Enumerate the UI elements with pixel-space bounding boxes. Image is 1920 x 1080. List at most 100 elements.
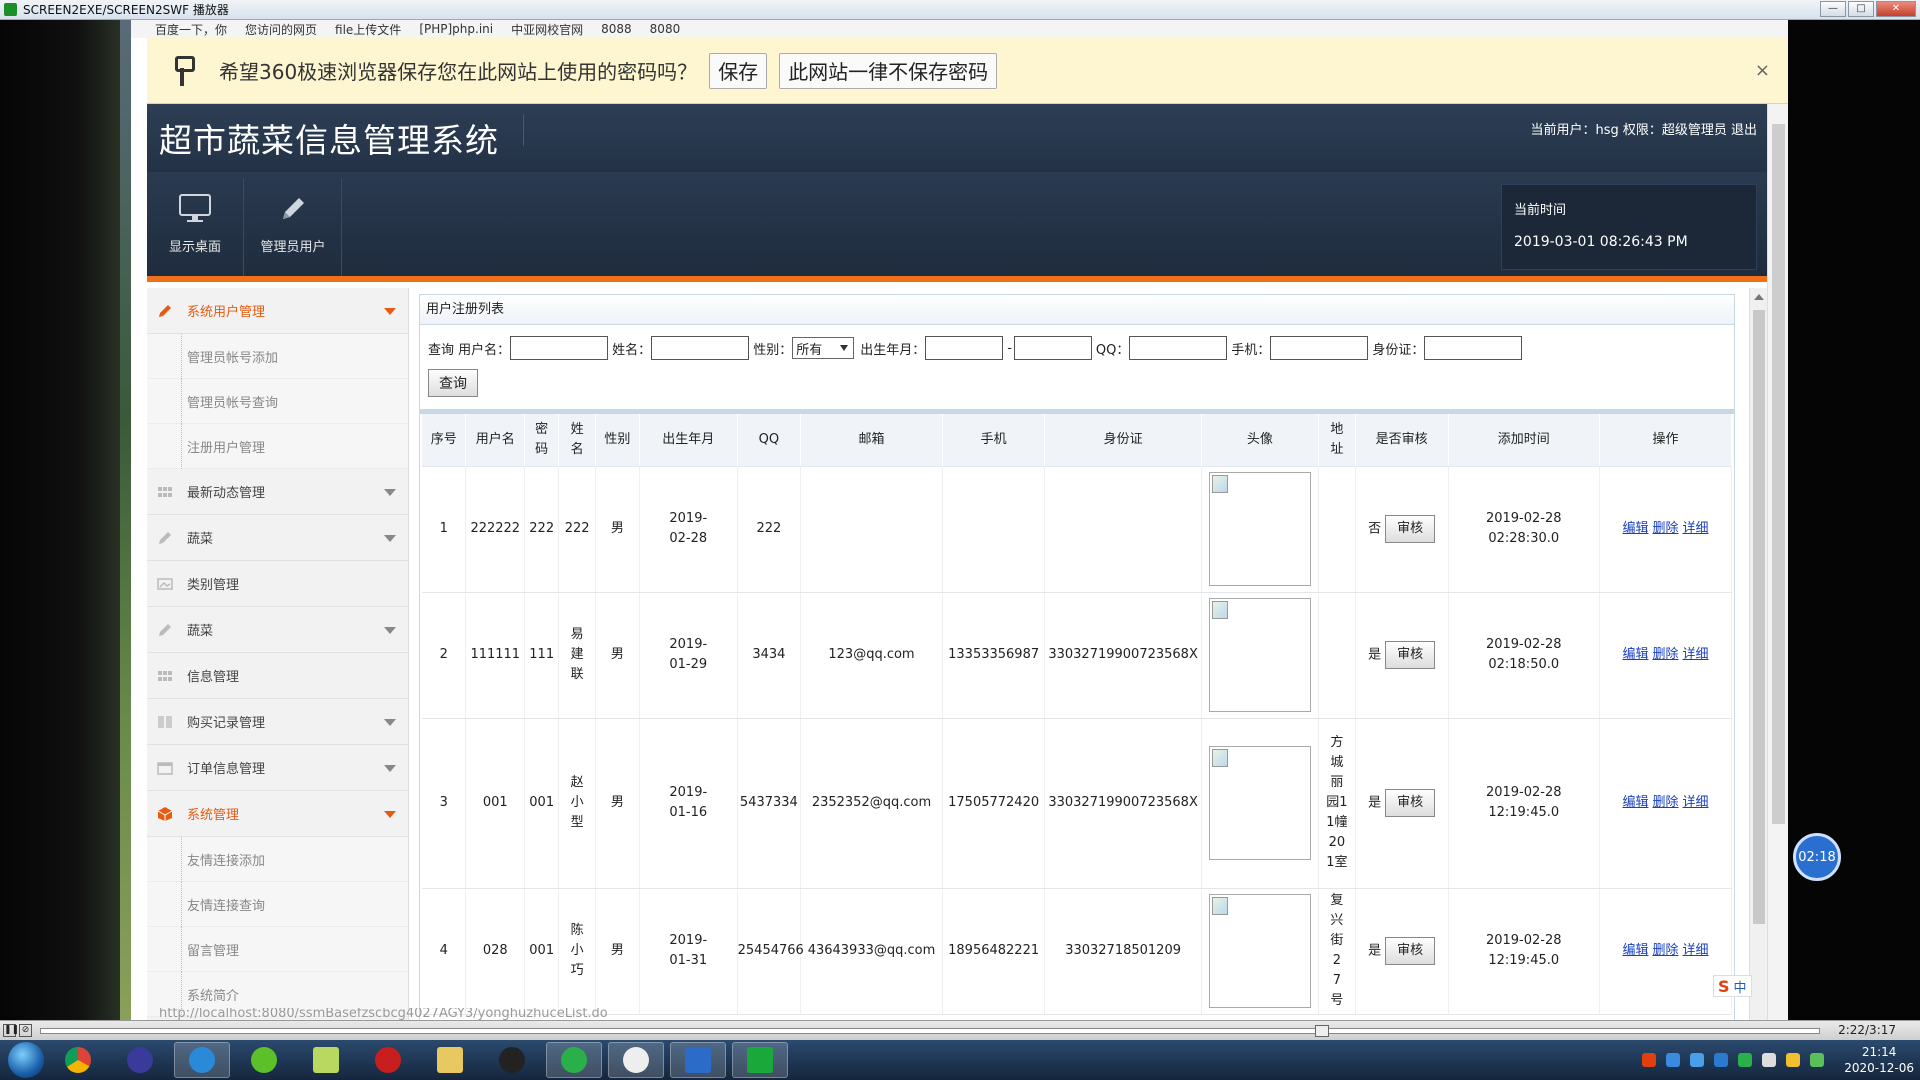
cell-no: 1 bbox=[422, 466, 467, 593]
sidebar-subitem-admin-add[interactable]: 管理员帐号添加 bbox=[147, 334, 408, 379]
taskbar-app-chrome[interactable] bbox=[50, 1042, 106, 1078]
sidebar-item-info[interactable]: 信息管理 bbox=[147, 653, 408, 699]
delete-link[interactable]: 删除 bbox=[1652, 795, 1678, 810]
taskbar-app-360[interactable] bbox=[236, 1042, 292, 1078]
cell-phone: 18956482221 bbox=[942, 888, 1046, 1015]
sidebar-item-categories[interactable]: 类别管理 bbox=[147, 561, 408, 607]
taskbar-app-qq-chat[interactable] bbox=[608, 1042, 664, 1078]
edit-link[interactable]: 编辑 bbox=[1622, 943, 1648, 958]
sogou-tray-icon[interactable] bbox=[1642, 1053, 1657, 1067]
recording-timer-badge[interactable]: 02:18 bbox=[1793, 833, 1841, 881]
wechat-tray-icon[interactable] bbox=[1738, 1053, 1753, 1067]
audit-button[interactable]: 审核 bbox=[1385, 937, 1436, 965]
birth-end-input[interactable] bbox=[1013, 336, 1092, 360]
playback-track[interactable] bbox=[40, 1028, 1820, 1034]
start-button[interactable] bbox=[8, 1042, 44, 1078]
audit-button[interactable]: 审核 bbox=[1385, 641, 1436, 669]
birth-start-input[interactable] bbox=[925, 336, 1004, 360]
page-scrollbar[interactable] bbox=[1767, 104, 1788, 1020]
bookmark-item[interactable]: 8088 bbox=[601, 22, 632, 36]
ime-toolbar[interactable]: S 中 bbox=[1713, 975, 1752, 997]
sidebar-subitem-admin-query[interactable]: 管理员帐号查询 bbox=[147, 379, 408, 424]
playback-knob[interactable] bbox=[1315, 1025, 1329, 1037]
search-button[interactable]: 查询 bbox=[428, 369, 478, 397]
sidebar-subitem-label: 管理员帐号查询 bbox=[187, 395, 279, 411]
sidebar-item-system-users[interactable]: 系统用户管理 bbox=[147, 288, 408, 334]
close-button[interactable]: ✕ bbox=[1876, 1, 1916, 17]
bookmark-item[interactable]: 您访问的网页 bbox=[245, 21, 317, 38]
taskbar-clock[interactable]: 21:14 2020-12-06 bbox=[1844, 1044, 1914, 1076]
sidebar-subitem-link-add[interactable]: 友情连接添加 bbox=[147, 837, 408, 882]
detail-link[interactable]: 详细 bbox=[1683, 647, 1709, 662]
sidebar-item-news[interactable]: 最新动态管理 bbox=[147, 469, 408, 515]
name-input[interactable] bbox=[651, 336, 750, 360]
sidebar-item-label: 最新动态管理 bbox=[187, 486, 266, 501]
audit-button[interactable]: 审核 bbox=[1385, 515, 1436, 543]
admin-user-button[interactable]: 管理员用户 bbox=[245, 190, 341, 274]
security-tray-icon[interactable] bbox=[1690, 1053, 1705, 1067]
gender-select[interactable]: 所有 bbox=[792, 337, 855, 359]
volume-tray-icon[interactable] bbox=[1762, 1053, 1777, 1067]
password-save-bar: 希望360极速浏览器保存您在此网站上使用的密码吗？ 保存 此网站一律不保存密码 … bbox=[147, 38, 1788, 104]
sidebar-item-vegetables-2[interactable]: 蔬菜 bbox=[147, 607, 408, 653]
user-table: 序号 用户名 密码 姓名 性别 出生年月 QQ 邮箱 手机 身份证 头像 地址 … bbox=[422, 414, 1733, 1015]
audit-button[interactable]: 审核 bbox=[1385, 789, 1436, 817]
idcard-input[interactable] bbox=[1424, 336, 1523, 360]
taskbar-app-notepad[interactable] bbox=[298, 1042, 354, 1078]
bookmark-item[interactable]: 8080 bbox=[650, 22, 681, 36]
battery-tray-icon[interactable] bbox=[1810, 1053, 1825, 1067]
never-save-password-button[interactable]: 此网站一律不保存密码 bbox=[779, 52, 998, 89]
taskbar-app-flash[interactable] bbox=[360, 1042, 416, 1078]
taskbar-app-qq[interactable] bbox=[484, 1042, 540, 1078]
edit-link[interactable]: 编辑 bbox=[1622, 647, 1648, 662]
bookmark-item[interactable]: 中亚网校官网 bbox=[511, 21, 583, 38]
qq-input[interactable] bbox=[1129, 336, 1228, 360]
sidebar-item-vegetables[interactable]: 蔬菜 bbox=[147, 515, 408, 561]
detail-link[interactable]: 详细 bbox=[1683, 521, 1709, 536]
maximize-button[interactable]: □ bbox=[1848, 1, 1874, 17]
taskbar-app-wechat[interactable] bbox=[546, 1042, 602, 1078]
detail-link[interactable]: 详细 bbox=[1683, 943, 1709, 958]
status-url: http://localhost:8080/ssmBasefzscbcg4027… bbox=[159, 1008, 608, 1020]
sidebar-item-purchases[interactable]: 购买记录管理 bbox=[147, 699, 408, 745]
username-input[interactable] bbox=[510, 336, 609, 360]
col-header-avatar: 头像 bbox=[1201, 414, 1320, 467]
edit-link[interactable]: 编辑 bbox=[1622, 521, 1648, 536]
close-icon[interactable]: × bbox=[1755, 60, 1770, 81]
sidebar-subitem-registered-users[interactable]: 注册用户管理 bbox=[147, 424, 408, 469]
delete-link[interactable]: 删除 bbox=[1652, 943, 1678, 958]
save-password-button[interactable]: 保存 bbox=[709, 52, 768, 89]
sidebar-subitem-link-query[interactable]: 友情连接查询 bbox=[147, 882, 408, 927]
stop-icon[interactable]: ⊘ bbox=[19, 1024, 32, 1037]
bookmark-item[interactable]: 百度一下，你 bbox=[155, 21, 227, 38]
browser-icon bbox=[189, 1047, 215, 1073]
delete-link[interactable]: 删除 bbox=[1652, 647, 1678, 662]
network-tray-icon[interactable] bbox=[1666, 1053, 1681, 1067]
taskbar-app-explorer[interactable] bbox=[422, 1042, 478, 1078]
sidebar-item-system-management[interactable]: 系统管理 bbox=[147, 791, 408, 837]
taskbar-app-media[interactable] bbox=[112, 1042, 168, 1078]
qq-tray-icon[interactable] bbox=[1786, 1053, 1801, 1067]
phone-input[interactable] bbox=[1270, 336, 1369, 360]
delete-link[interactable]: 删除 bbox=[1652, 521, 1678, 536]
content-scrollbar[interactable] bbox=[1749, 288, 1767, 1020]
sidebar-subitem-messages[interactable]: 留言管理 bbox=[147, 927, 408, 972]
taskbar-app-browser[interactable] bbox=[174, 1042, 230, 1078]
edit-link[interactable]: 编辑 bbox=[1622, 795, 1648, 810]
detail-link[interactable]: 详细 bbox=[1683, 795, 1709, 810]
cell-gender: 男 bbox=[595, 592, 640, 719]
user-info[interactable]: 当前用户：hsg 权限：超级管理员 退出 bbox=[1530, 119, 1757, 138]
taskbar-app-word[interactable] bbox=[670, 1042, 726, 1078]
show-desktop-button[interactable]: 显示桌面 bbox=[147, 190, 243, 274]
sidebar-item-orders[interactable]: 订单信息管理 bbox=[147, 745, 408, 791]
pause-icon[interactable]: ❚❚ bbox=[3, 1024, 19, 1037]
cloud-tray-icon[interactable] bbox=[1714, 1053, 1729, 1067]
table-row: 1 222222 222 222 男 2019-02-28 222 否审核 20… bbox=[422, 466, 1733, 593]
scroll-up-icon[interactable] bbox=[1754, 294, 1764, 300]
page-scrollbar-thumb[interactable] bbox=[1772, 124, 1785, 824]
scrollbar-thumb[interactable] bbox=[1753, 310, 1765, 924]
minimize-button[interactable]: — bbox=[1820, 1, 1846, 17]
bookmark-item[interactable]: [PHP]php.ini bbox=[419, 22, 493, 36]
taskbar-app-recorder[interactable] bbox=[732, 1042, 788, 1078]
bookmark-item[interactable]: file上传文件 bbox=[335, 21, 401, 38]
